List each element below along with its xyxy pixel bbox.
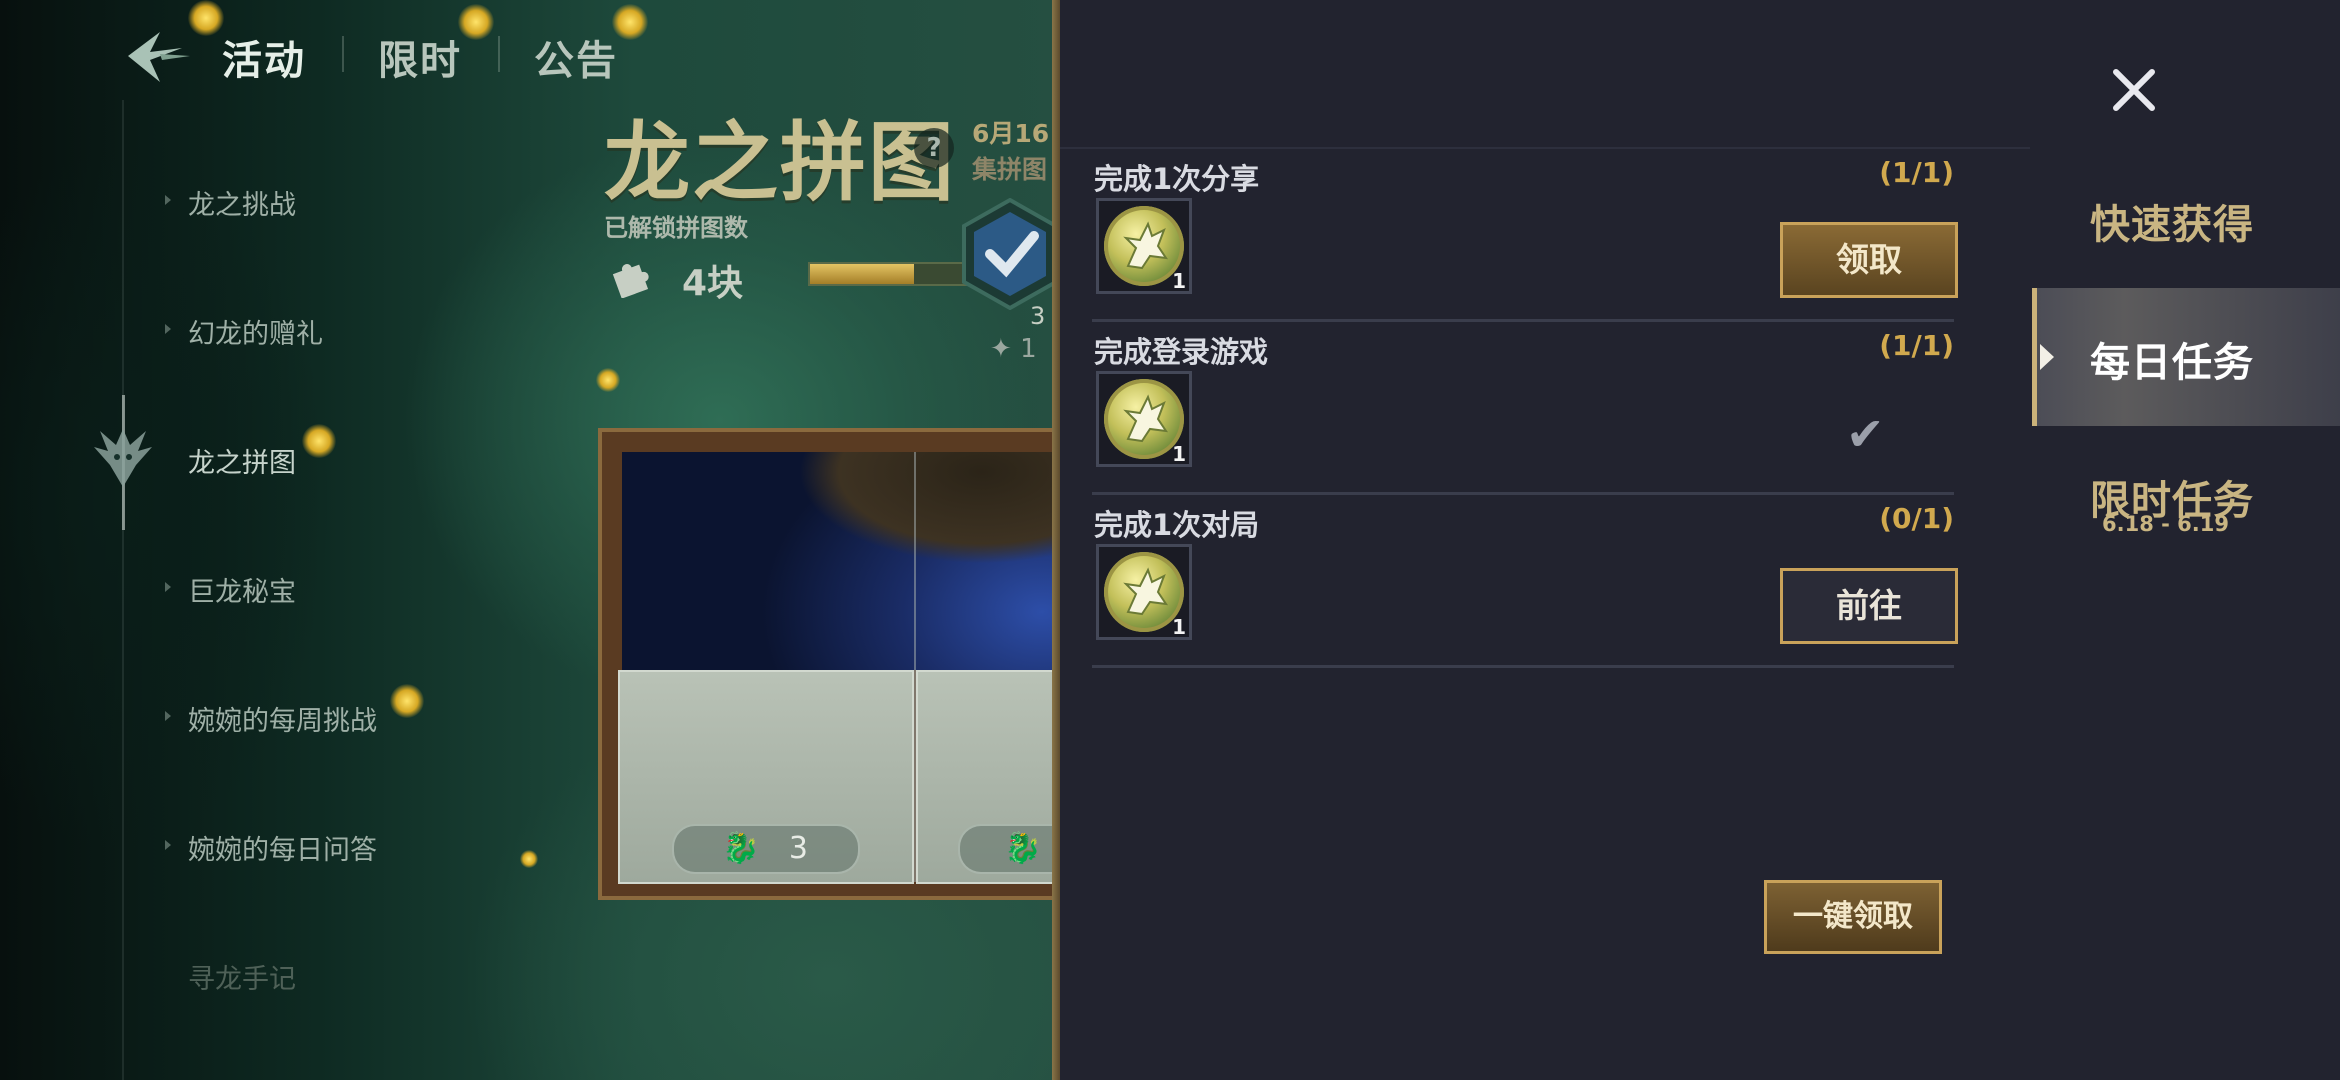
chevron-right-icon (165, 324, 171, 334)
reward-quantity: 1 (1172, 442, 1186, 466)
chevron-right-icon (2040, 344, 2054, 370)
puzzle-progress-bar (808, 262, 972, 286)
task-title: 完成1次分享 (1094, 162, 1260, 196)
tab-daily-tasks[interactable]: 每日任务 (2090, 330, 2254, 388)
sidebar-item-dragon-puzzle[interactable]: 龙之拼图 (188, 441, 296, 480)
event-date: 6月16 (972, 119, 1050, 148)
event-description: 集拼图 (972, 155, 1048, 184)
puzzle-tile-locked[interactable]: 🐉 3 (618, 670, 914, 884)
firefly (520, 850, 538, 868)
sidebar-item-daily-quiz[interactable]: 婉婉的每日问答 (188, 828, 377, 867)
row-divider (1092, 665, 1954, 668)
reward-sub-count: ✦ 1 (990, 334, 1037, 364)
panel-divider (1060, 147, 2030, 149)
panel-edge (1052, 0, 1060, 1080)
sidebar-item-weekly-challenge[interactable]: 婉婉的每周挑战 (188, 699, 377, 738)
close-icon[interactable] (2106, 62, 2162, 118)
firefly (302, 424, 336, 458)
game-logo-icon (128, 32, 190, 82)
reward-sub-value: 1 (1020, 334, 1037, 364)
top-navigation: 活动 限时 公告 (120, 22, 654, 92)
chevron-right-icon (165, 582, 171, 592)
chevron-right-icon (165, 195, 171, 205)
reward-item[interactable]: 1 (1096, 198, 1192, 294)
task-row: 完成1次对局 (0/1) 1 前往 (1092, 496, 1958, 668)
firefly (596, 368, 620, 392)
tile-cost-value: 3 (788, 831, 808, 866)
puzzle-board[interactable]: 🐉 3 🐉 (598, 428, 1082, 900)
task-progress: (1/1) (1879, 329, 1954, 362)
tab-quick-obtain[interactable]: 快速获得 (2090, 192, 2254, 250)
reward-item[interactable]: 1 (1096, 544, 1192, 640)
task-title: 完成1次对局 (1094, 508, 1260, 542)
chevron-right-icon (165, 840, 171, 850)
claim-button[interactable]: 领取 (1780, 222, 1958, 298)
task-progress: (0/1) (1879, 502, 1954, 535)
dragon-coin-icon: 🐉 (1004, 831, 1042, 866)
chevron-right-icon (165, 711, 171, 721)
sidebar-item-dragon-journal[interactable]: 寻龙手记 (188, 957, 296, 996)
reward-check-badge-icon[interactable] (960, 198, 1060, 310)
sidebar-item-dragon-treasure[interactable]: 巨龙秘宝 (188, 570, 296, 609)
tile-cost-pill: 🐉 3 (672, 824, 860, 874)
reward-item[interactable]: 1 (1096, 371, 1192, 467)
row-divider (1092, 492, 1954, 495)
claim-all-button[interactable]: 一键领取 (1764, 880, 1942, 954)
puzzle-piece-icon (612, 264, 649, 298)
task-row: 完成1次分享 (1/1) 1 领取 (1092, 150, 1958, 322)
sidebar-item-dragon-gift[interactable]: 幻龙的赠礼 (188, 312, 323, 351)
row-divider (1092, 319, 1954, 322)
puzzle-tile-locked[interactable]: 🐉 (916, 670, 1082, 884)
task-title: 完成登录游戏 (1094, 335, 1269, 369)
reward-quantity: 1 (1172, 269, 1186, 293)
dragon-emblem-icon (94, 429, 152, 487)
task-row: 完成登录游戏 (1/1) 1 ✔ (1092, 323, 1954, 495)
unlocked-label: 已解锁拼图数 (604, 214, 748, 242)
go-button[interactable]: 前往 (1780, 568, 1958, 644)
unlocked-count: 4块 (682, 263, 744, 304)
puzzle-progress-fill (810, 264, 914, 284)
completed-check-icon: ✔ (1846, 407, 1885, 461)
tab-activity[interactable]: 活动 (222, 28, 342, 86)
task-progress: (1/1) (1879, 156, 1954, 189)
tab-limited[interactable]: 限时 (342, 28, 498, 86)
tab-active-indicator (2032, 288, 2037, 426)
firefly (390, 684, 424, 718)
limited-tasks-dates: 6.18 - 6.19 (2102, 512, 2229, 536)
sidebar-item-dragon-challenge[interactable]: 龙之挑战 (188, 183, 296, 222)
tab-announcement[interactable]: 公告 (498, 28, 654, 86)
puzzle-title: 龙之拼图 (604, 115, 956, 211)
help-icon[interactable]: ? (914, 128, 954, 168)
puzzle-image-branch (722, 452, 1062, 632)
reward-number: 3 (1030, 302, 1046, 330)
reward-quantity: 1 (1172, 615, 1186, 639)
dragon-coin-icon: 🐉 (722, 831, 760, 866)
sidebar-track (122, 100, 124, 1080)
